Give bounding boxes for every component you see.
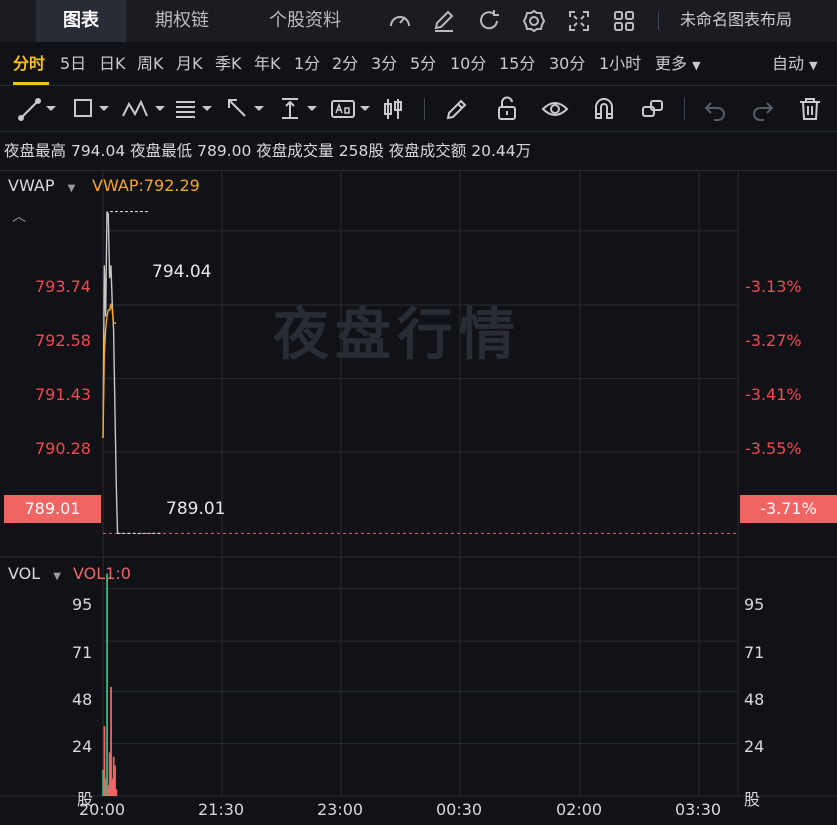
current-pct-tag: -3.71% bbox=[740, 495, 837, 523]
time-tick: 21:30 bbox=[198, 800, 245, 819]
volume-bar bbox=[106, 573, 108, 796]
time-tick: 00:30 bbox=[436, 800, 483, 819]
time-tick: 20:00 bbox=[79, 800, 126, 819]
vol-tick: 24 bbox=[744, 737, 765, 756]
vol-tick: 95 bbox=[72, 595, 93, 614]
pct-tick: -3.55% bbox=[745, 439, 802, 458]
vol-tick: 48 bbox=[744, 690, 765, 709]
chevron-down-icon: ▼ bbox=[53, 571, 61, 582]
collapse-icon[interactable]: ︿ bbox=[12, 206, 26, 226]
vol-tick: 48 bbox=[72, 690, 93, 709]
vol-tick: 95 bbox=[744, 595, 765, 614]
price-line bbox=[102, 211, 119, 535]
watermark: 夜盘行情 bbox=[273, 303, 521, 368]
indicator-select[interactable]: VWAP ▼ bbox=[8, 176, 75, 195]
volume-indicator-select[interactable]: VOL ▼ bbox=[8, 564, 61, 583]
pct-tick: -3.41% bbox=[745, 385, 802, 404]
time-tick: 02:00 bbox=[556, 800, 603, 819]
price-tick: 792.58 bbox=[35, 331, 91, 350]
time-tick: 03:30 bbox=[675, 800, 722, 819]
vol-tick: 71 bbox=[744, 643, 765, 662]
high-marker: 794.04 bbox=[152, 262, 212, 282]
time-tick: 23:00 bbox=[317, 800, 364, 819]
pct-tick: -3.13% bbox=[745, 277, 802, 296]
low-marker: 789.01 bbox=[166, 499, 226, 519]
pct-tick: -3.27% bbox=[745, 331, 802, 350]
price-tick: 793.74 bbox=[35, 277, 91, 296]
current-price-tag: 789.01 bbox=[4, 495, 101, 523]
price-tick: 790.28 bbox=[35, 439, 91, 458]
volume-bar bbox=[115, 789, 118, 796]
chevron-down-icon: ▼ bbox=[67, 183, 76, 194]
vwap-value: VWAP:792.29 bbox=[92, 176, 200, 195]
vol-tick: 71 bbox=[72, 643, 93, 662]
vol-unit: 股 bbox=[744, 790, 761, 809]
vol-value: VOL1:0 bbox=[73, 564, 131, 583]
price-tick: 791.43 bbox=[35, 385, 91, 404]
chart-canvas[interactable] bbox=[0, 0, 837, 825]
vol-tick: 24 bbox=[72, 737, 93, 756]
